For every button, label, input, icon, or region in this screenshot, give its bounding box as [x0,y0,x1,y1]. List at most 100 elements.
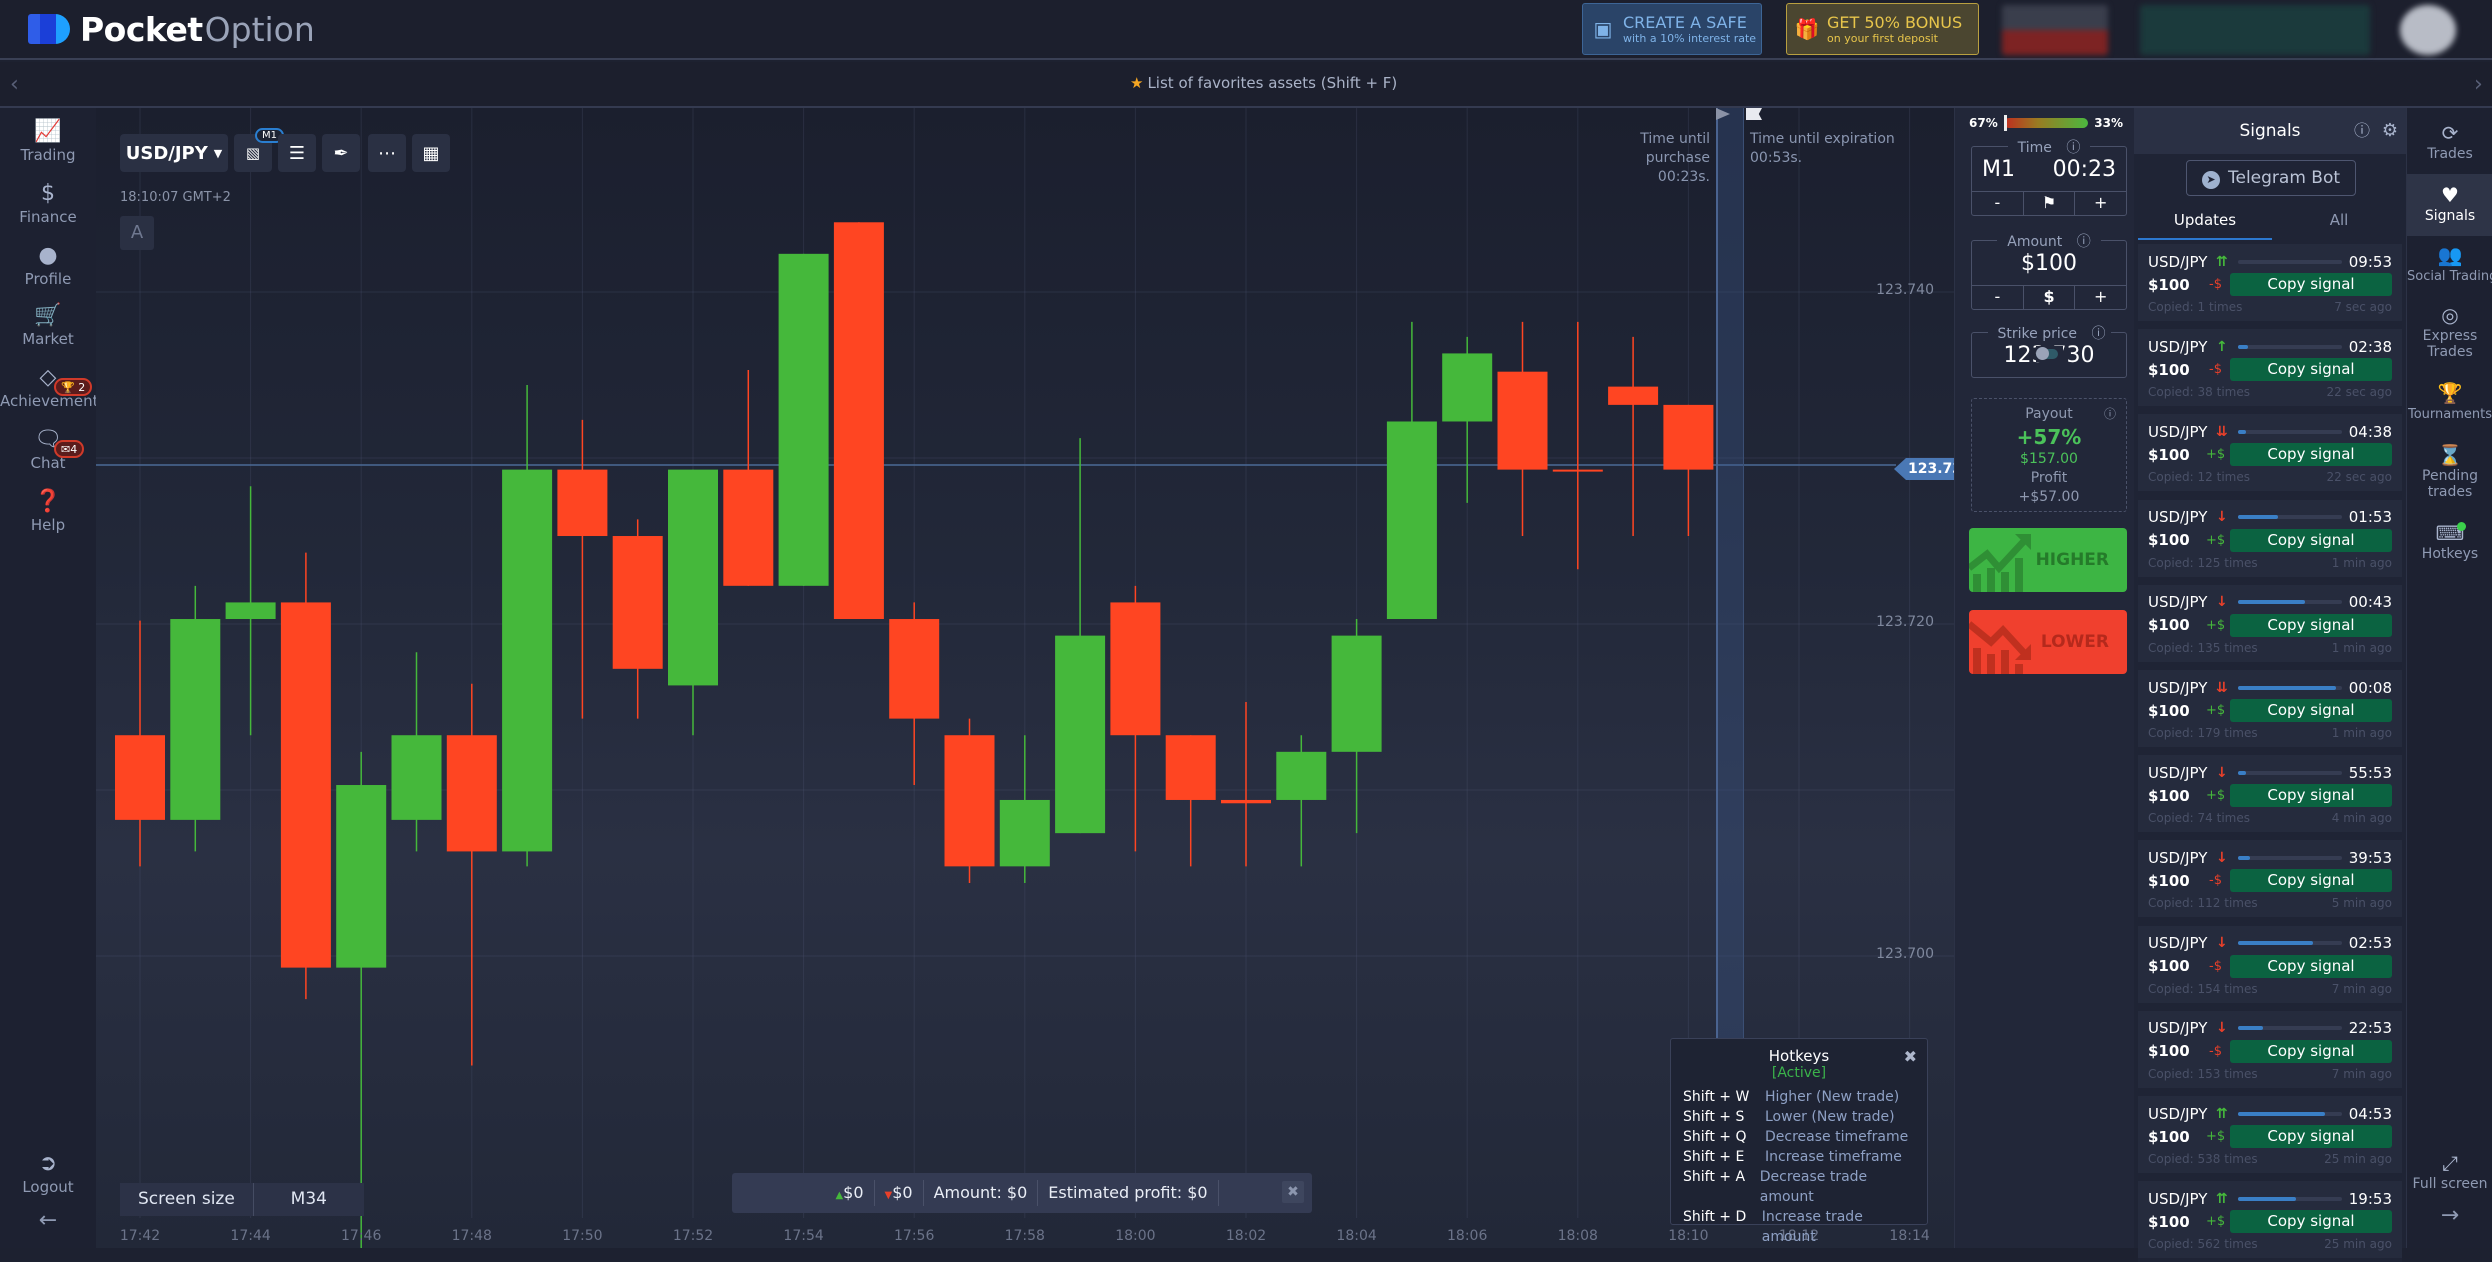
telegram-bot-button[interactable]: ➤ Telegram Bot [2186,160,2356,196]
signal-copied-count: Copied: 538 times [2148,1152,2258,1166]
candle-body [999,799,1050,867]
higher-button[interactable]: HIGHER [1969,528,2127,592]
lower-label: LOWER [2040,632,2109,652]
sidebar-item-profile[interactable]: ● Profile [0,242,96,288]
signal-pair: USD/JPY [2148,337,2208,356]
chevron-right-icon[interactable]: › [2474,72,2483,97]
arrow-up-icon: ↑ [2216,338,2228,355]
copy-signal-button[interactable]: Copy signal [2230,869,2392,893]
copy-signal-button[interactable]: Copy signal [2230,273,2392,296]
time-increase-button[interactable]: + [2075,192,2126,215]
fullscreen-label: Full screen [2412,1176,2488,1192]
copy-signal-button[interactable]: Copy signal [2230,1039,2392,1063]
sidebar-item-pending-trades[interactable]: ⌛ Pending trades [2407,442,2492,500]
create-safe-button[interactable]: ▣ CREATE A SAFE with a 10% interest rate [1582,3,1762,55]
fullscreen-button[interactable]: ⤢ Full screen [2407,1150,2492,1192]
screen-size-control[interactable]: Screen size M34 [120,1183,364,1216]
sidebar-item-label: Help [30,516,66,534]
amount-increase-button[interactable]: + [2075,286,2126,309]
safe-subtitle: with a 10% interest rate [1623,31,1757,45]
expiration-zone [1716,108,1744,1038]
higher-label: HIGHER [2035,550,2109,570]
signal-amount: $100 [2148,1042,2190,1061]
right-sidebar: ⟳ Trades ♥ Signals 👥 Social Trading ◎ Expres… [2406,108,2492,1248]
candle-body [115,735,165,820]
copy-signal-button[interactable]: Copy signal [2230,528,2392,552]
copy-signal-button[interactable]: Copy signal [2230,1210,2392,1234]
finish-flag-icon[interactable]: ⚑ [2024,192,2076,215]
auto-scale-button[interactable]: A [120,216,154,250]
signal-result: -$ [2209,958,2222,974]
copy-signal-button[interactable]: Copy signal [2230,358,2392,382]
layout-grid-button[interactable]: ▦ [412,134,450,172]
lower-button[interactable]: LOWER [1969,610,2127,674]
deposit-button-blurred[interactable] [2140,5,2370,55]
tab-updates[interactable]: Updates [2138,204,2272,240]
user-avatar[interactable] [2400,5,2456,55]
more-options-button[interactable]: ⋯ [368,134,406,172]
get-bonus-button[interactable]: 🎁 GET 50% BONUS on your first deposit [1786,3,1979,55]
signal-age: 1 min ago [2331,726,2392,740]
signal-time: 09:53 [2348,252,2392,271]
candle-body [557,469,608,537]
indicators-button[interactable]: ☰ [278,134,316,172]
chat-badge: ✉4 [54,440,85,458]
asset-selector[interactable]: USD/JPY ▼ [120,134,228,172]
sidebar-item-tournaments[interactable]: 🏆 Tournaments [2407,380,2492,423]
signal-result: +$ [2206,788,2226,804]
hotkeys-popup: ✖ Hotkeys [Active] Shift + W Higher (New … [1670,1038,1928,1245]
signal-pair: USD/JPY [2148,593,2208,612]
sidebar-item-social-trading[interactable]: 👥 Social Trading [2407,242,2492,285]
close-icon[interactable]: ✖ [1282,1181,1304,1203]
collapse-panel-arrow-icon[interactable]: → [2407,1205,2492,1227]
sidebar-item-achievements[interactable]: ◇ 🏆 2 Achievements [0,364,106,410]
close-icon[interactable]: ✖ [1904,1047,1917,1066]
signal-progress [2238,1026,2342,1031]
account-balance-blurred[interactable] [2002,5,2108,55]
sidebar-item-trades[interactable]: ⟳ Trades [2407,114,2492,172]
copy-signal-button[interactable]: Copy signal [2230,699,2392,722]
sidebar-item-chat[interactable]: 🗨 ✉4 Chat [0,426,96,472]
signal-item: USD/JPY ↑ 02:38 $100 -$ Copy signal Copied: 38… [2138,329,2402,411]
sidebar-item-express-trades[interactable]: ◎ Express Trades [2407,302,2492,360]
copy-signal-button[interactable]: Copy signal [2230,443,2392,467]
sidebar-item-help[interactable]: ❓ Help [0,488,96,534]
chevron-left-icon[interactable]: ‹ [10,72,19,97]
copy-signal-button[interactable]: Copy signal [2230,784,2392,808]
trade-summary-bar: ▲$0 ▼$0 Amount: $0 Estimated profit: $0 … [732,1173,1312,1213]
time-decrease-button[interactable]: - [1972,192,2024,215]
signal-amount: $100 [2148,701,2190,720]
tab-all[interactable]: All [2272,204,2406,240]
x-tick-label: 18:08 [1557,1228,1598,1244]
time-until-purchase: Time until purchase 00:23s. [1586,130,1710,187]
gear-icon[interactable]: ⚙ [2382,108,2398,154]
signal-pair: USD/JPY [2148,1104,2208,1123]
screen-size-value[interactable]: M34 [254,1183,364,1216]
signal-item: USD/JPY ↓ 22:53 $100 -$ Copy signal Copied: 15… [2138,1010,2402,1092]
signal-progress [2238,600,2342,605]
brand-logo[interactable]: Pocket Option [26,10,315,49]
amount-decrease-button[interactable]: - [1972,286,2024,309]
expiration-label: Time until expiration [1750,131,1895,147]
logout-button[interactable]: ➲ Logout [0,1150,96,1196]
sidebar-item-hotkeys[interactable]: ⌨ Hotkeys [2407,520,2492,562]
strike-toggle[interactable] [2035,347,2058,360]
candle-body [391,735,442,820]
sidebar-item-trading[interactable]: 📈 Trading [0,118,96,164]
signal-progress [2238,344,2342,349]
help-icon[interactable]: ⓘ [2104,405,2116,424]
sidebar-item-market[interactable]: 🛒 Market [0,302,96,348]
sidebar-item-signals[interactable]: ♥ Signals [2407,174,2492,236]
chart-area[interactable]: Time until purchase 00:23s. Time until e… [96,108,1954,1248]
hotkey-key: Shift + E [1683,1149,1745,1165]
drawing-tools-button[interactable]: ✒ [322,134,360,172]
collapse-sidebar-arrow-icon[interactable]: ← [0,1208,96,1233]
copy-signal-button[interactable]: Copy signal [2230,954,2392,978]
copy-signal-button[interactable]: Copy signal [2230,1125,2392,1148]
help-icon[interactable]: ⓘ [2354,108,2370,154]
currency-toggle[interactable]: $ [2024,286,2076,309]
favorites-link[interactable]: ★ List of favorites assets (Shift + F) [1130,74,1397,92]
sidebar-item-finance[interactable]: $ Finance [0,180,96,226]
candle-body [944,735,995,867]
copy-signal-button[interactable]: Copy signal [2230,613,2392,637]
